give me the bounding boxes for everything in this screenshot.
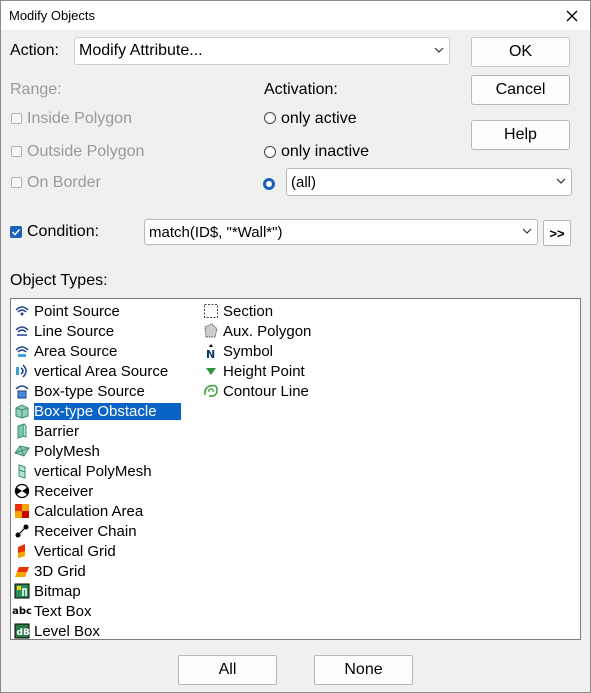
receiver-icon: [14, 483, 30, 499]
vertical-area-source-icon: [14, 363, 30, 379]
ok-button[interactable]: OK: [471, 37, 570, 67]
range-label: Range:: [10, 81, 62, 98]
close-icon: [566, 10, 578, 22]
height-point-icon: [203, 363, 219, 379]
area-source-icon: [14, 343, 30, 359]
help-button[interactable]: Help: [471, 120, 570, 150]
inside-polygon-checkbox[interactable]: [11, 113, 22, 124]
list-item-contour-line[interactable]: Contour Line: [203, 381, 309, 401]
receiver-chain-icon: [14, 523, 30, 539]
list-item-aux-polygon[interactable]: Aux. Polygon: [203, 321, 311, 341]
condition-checkbox[interactable]: [10, 226, 22, 238]
barrier-icon: [14, 423, 30, 439]
on-border-checkbox[interactable]: [11, 177, 22, 188]
activation-custom-radio[interactable]: [263, 178, 275, 190]
condition-label: Condition:: [27, 223, 100, 240]
list-item-level-box[interactable]: dB Level Box: [14, 621, 100, 641]
list-item-box-type-obstacle[interactable]: Box-type Obstacle: [14, 401, 181, 421]
symbol-icon: N: [203, 343, 219, 359]
inside-polygon-label: Inside Polygon: [27, 110, 132, 127]
condition-input-value: match(ID$, "*Wall*"): [149, 223, 283, 241]
svg-text:dB: dB: [17, 628, 30, 638]
list-item-symbol[interactable]: N Symbol: [203, 341, 273, 361]
level-box-icon: dB: [14, 623, 30, 639]
list-item-box-type-source[interactable]: Box-type Source: [14, 381, 145, 401]
chevron-down-icon: [434, 47, 444, 53]
list-item-vertical-polymesh[interactable]: vertical PolyMesh: [14, 461, 152, 481]
contour-line-icon: [203, 383, 219, 399]
chevron-down-icon: [556, 178, 566, 184]
outside-polygon-label: Outside Polygon: [27, 143, 145, 160]
close-button[interactable]: [560, 4, 584, 28]
point-source-icon: [14, 303, 30, 319]
outside-polygon-checkbox[interactable]: [11, 146, 22, 157]
list-item-vertical-grid[interactable]: Vertical Grid: [14, 541, 116, 561]
3d-grid-icon: [14, 563, 30, 579]
vertical-grid-icon: [14, 543, 30, 559]
condition-more-button[interactable]: >>: [543, 220, 571, 246]
select-all-button[interactable]: All: [178, 655, 277, 685]
list-item-height-point[interactable]: Height Point: [203, 361, 305, 381]
list-item-bitmap[interactable]: Bitmap: [14, 581, 81, 601]
list-item-polymesh[interactable]: PolyMesh: [14, 441, 100, 461]
only-active-label: only active: [281, 110, 357, 127]
list-item-point-source[interactable]: Point Source: [14, 301, 120, 321]
calculation-area-icon: [14, 503, 30, 519]
activation-select-value: (all): [291, 173, 316, 191]
condition-input[interactable]: match(ID$, "*Wall*"): [144, 219, 538, 245]
only-inactive-label: only inactive: [281, 143, 370, 160]
aux-polygon-icon: [203, 323, 219, 339]
list-item-barrier[interactable]: Barrier: [14, 421, 79, 441]
chevron-down-icon: [522, 228, 532, 234]
list-item-3d-grid[interactable]: 3D Grid: [14, 561, 86, 581]
box-type-obstacle-icon: [14, 403, 30, 419]
bitmap-icon: [14, 583, 30, 599]
on-border-label: On Border: [27, 174, 101, 191]
activation-label: Activation:: [264, 81, 338, 98]
box-type-source-icon: [14, 383, 30, 399]
list-item-text-box[interactable]: abc Text Box: [12, 601, 91, 621]
select-none-button[interactable]: None: [314, 655, 413, 685]
action-select-value: Modify Attribute...: [79, 42, 203, 59]
text-box-icon: abc: [12, 605, 32, 617]
checkmark-icon: [11, 228, 21, 236]
list-item-receiver[interactable]: Receiver: [14, 481, 93, 501]
only-inactive-radio[interactable]: [264, 146, 276, 158]
list-item-line-source[interactable]: Line Source: [14, 321, 114, 341]
action-select[interactable]: Modify Attribute...: [74, 37, 450, 65]
window-title: Modify Objects: [9, 8, 95, 23]
vertical-polymesh-icon: [14, 463, 30, 479]
only-active-radio[interactable]: [264, 112, 276, 124]
list-item-area-source[interactable]: Area Source: [14, 341, 117, 361]
list-item-calculation-area[interactable]: Calculation Area: [14, 501, 143, 521]
list-item-section[interactable]: Section: [203, 301, 273, 321]
object-types-list[interactable]: Point Source Line Source Area Source ver…: [10, 298, 581, 640]
activation-select[interactable]: (all): [286, 168, 572, 196]
polymesh-icon: [14, 443, 30, 459]
cancel-button[interactable]: Cancel: [471, 75, 570, 105]
line-source-icon: [14, 323, 30, 339]
section-icon: [203, 303, 219, 319]
title-bar: Modify Objects: [1, 1, 590, 30]
svg-text:N: N: [206, 348, 215, 359]
action-label: Action:: [10, 42, 59, 59]
object-types-label: Object Types:: [10, 272, 108, 289]
list-item-vertical-area-source[interactable]: vertical Area Source: [14, 361, 168, 381]
list-item-receiver-chain[interactable]: Receiver Chain: [14, 521, 137, 541]
